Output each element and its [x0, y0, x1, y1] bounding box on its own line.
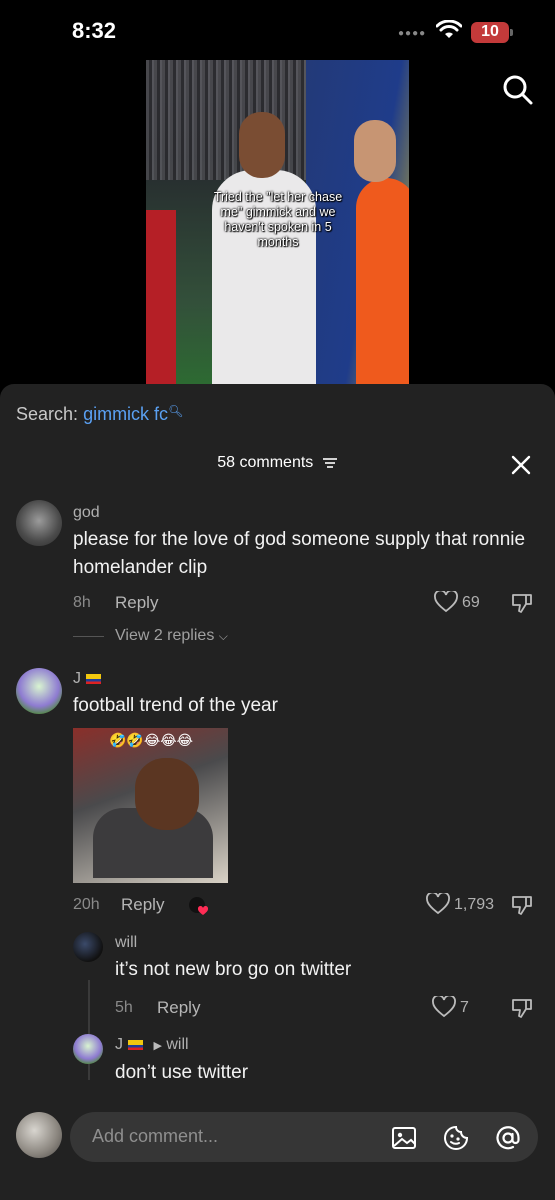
- comment-text: don’t use twitter: [115, 1062, 249, 1083]
- avatar[interactable]: [73, 1034, 103, 1064]
- reply-button[interactable]: Reply: [115, 593, 158, 613]
- mention-icon[interactable]: [494, 1124, 522, 1152]
- related-search[interactable]: Search: gimmick fc🔍︎: [16, 404, 183, 425]
- comment-composer: Add comment...: [0, 1096, 555, 1200]
- image-icon[interactable]: [390, 1124, 418, 1152]
- colombia-flag-icon: [128, 1039, 143, 1050]
- comment-time: 8h: [73, 594, 91, 611]
- comment-username[interactable]: J ▶ will: [115, 1036, 189, 1054]
- add-comment-input[interactable]: Add comment...: [70, 1112, 538, 1162]
- search-icon[interactable]: [502, 74, 534, 106]
- related-search-query[interactable]: gimmick fc: [83, 404, 168, 424]
- view-replies-label: View 2 replies: [115, 627, 215, 644]
- reply-button[interactable]: Reply: [121, 895, 164, 915]
- comment-image[interactable]: 🤣🤣😂😂😂: [73, 728, 228, 883]
- view-replies-button[interactable]: View 2 replies ⌵: [115, 627, 228, 645]
- battery-icon: 10: [471, 22, 513, 43]
- comment-text: it’s not new bro go on twitter: [115, 959, 352, 980]
- sort-icon[interactable]: [322, 457, 338, 469]
- creator-liked-icon: [189, 897, 209, 915]
- heart-icon[interactable]: [432, 996, 456, 1018]
- chevron-down-icon: ⌵: [218, 629, 228, 643]
- comment-username[interactable]: will: [115, 934, 137, 952]
- like-count: 1,793: [454, 896, 495, 913]
- like-count: 69: [462, 594, 480, 611]
- comment-time: 5h: [115, 999, 133, 1016]
- video-referee: [356, 178, 409, 384]
- comments-count[interactable]: 58 comments: [0, 454, 555, 472]
- reply-button[interactable]: Reply: [157, 998, 200, 1018]
- signal-dots-icon: ●●●●: [398, 28, 427, 39]
- wifi-icon: [436, 20, 462, 38]
- related-search-label: Search:: [16, 404, 79, 424]
- comments-sheet: Search: gimmick fc🔍︎ 58 comments god ple…: [0, 384, 555, 1200]
- avatar[interactable]: [73, 932, 103, 962]
- my-avatar[interactable]: [16, 1112, 62, 1158]
- comment-text: football trend of the year: [73, 695, 278, 716]
- meme-face: [135, 758, 199, 830]
- close-icon[interactable]: [510, 454, 532, 476]
- comment-username[interactable]: god: [73, 504, 100, 522]
- thread-line: [88, 980, 90, 1080]
- reply-to-username[interactable]: will: [166, 1036, 188, 1053]
- video-player-head: [239, 112, 285, 178]
- comment-username-text: J: [73, 670, 81, 687]
- search-icon: 🔍︎: [168, 404, 184, 418]
- reply-arrow-icon: ▶: [153, 1040, 162, 1052]
- comment-username-text: J: [115, 1036, 123, 1053]
- avatar[interactable]: [16, 500, 62, 546]
- meme-emojis: 🤣🤣😂😂😂: [109, 732, 193, 748]
- video-referee-head: [354, 120, 396, 182]
- dislike-icon[interactable]: [510, 893, 534, 917]
- divider: [73, 636, 104, 637]
- comment-text: please for the love of god someone suppl…: [73, 529, 526, 578]
- dislike-icon[interactable]: [510, 996, 534, 1020]
- dislike-icon[interactable]: [510, 591, 534, 615]
- status-bar: 8:32 ●●●● 10: [0, 0, 555, 62]
- video-goalkeeper: [146, 210, 176, 384]
- status-time: 8:32: [72, 18, 117, 43]
- avatar[interactable]: [16, 668, 62, 714]
- colombia-flag-icon: [86, 673, 101, 684]
- add-comment-placeholder: Add comment...: [92, 1126, 219, 1146]
- comments-count-label: 58 comments: [217, 454, 314, 471]
- video-player[interactable]: Tried the "let her chase me" gimmick and…: [146, 60, 409, 384]
- heart-icon[interactable]: [426, 893, 450, 915]
- comment-username[interactable]: J: [73, 670, 101, 688]
- emoji-icon[interactable]: [442, 1124, 470, 1152]
- battery-level: 10: [481, 23, 499, 40]
- heart-icon[interactable]: [434, 591, 458, 613]
- like-count: 7: [460, 999, 469, 1016]
- comment-time: 20h: [73, 896, 100, 913]
- video-caption: Tried the "let her chase me" gimmick and…: [213, 190, 343, 249]
